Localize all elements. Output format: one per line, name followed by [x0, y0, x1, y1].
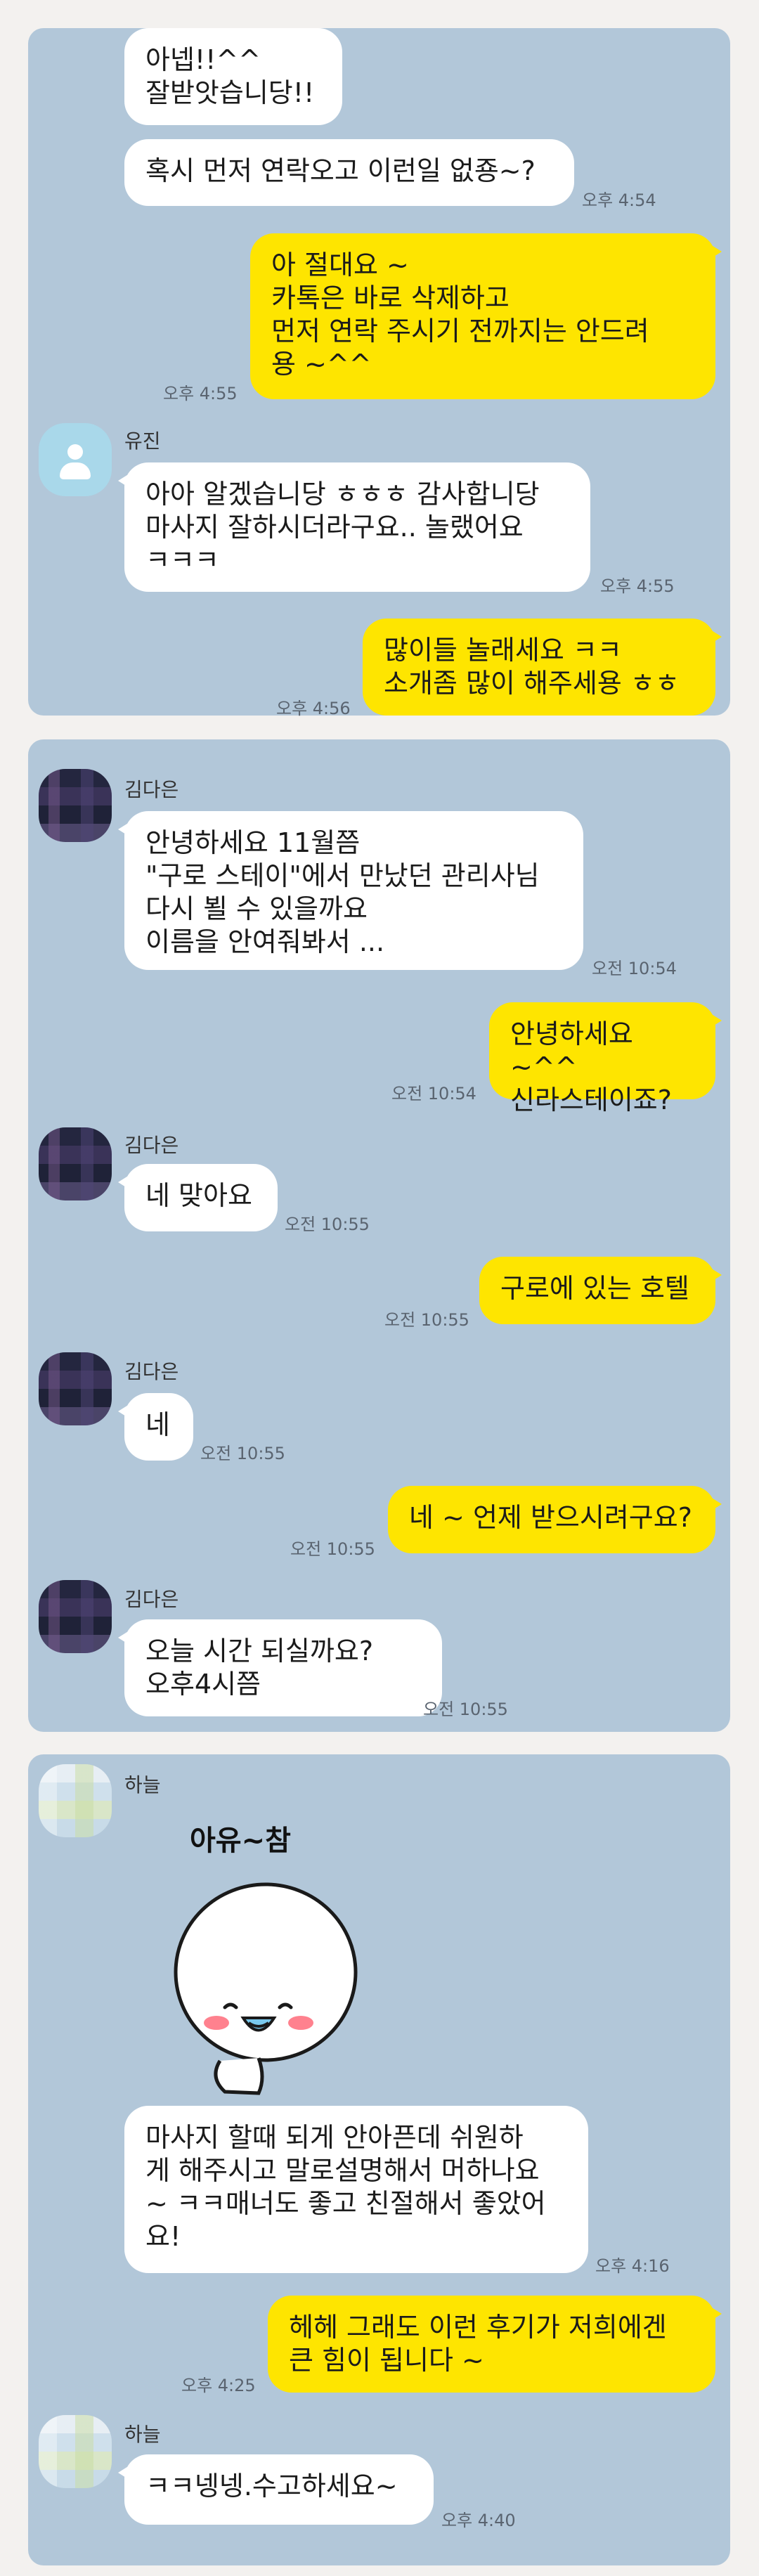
message-time: 오전 10:55	[384, 1310, 469, 1330]
message-bubble: 네 ~ 언제 받으시려구요?	[388, 1486, 722, 1553]
sender-name: 유진	[124, 429, 161, 453]
sticker: 아유~참	[160, 1818, 371, 2099]
message-bubble: 안녕하세요 ~^^ 신라스테이죠?	[489, 1002, 722, 1115]
message-bubble: 아아 알겠습니당 ㅎㅎㅎ 감사합니당 마사지 잘하시더라구요.. 놀랬어요 ㅋㅋ…	[118, 462, 590, 592]
smile-blush-sticker	[174, 1882, 358, 2095]
sender-name: 하늘	[124, 1773, 161, 1797]
message-bubble: 마사지 할때 되게 안아픈데 쉬원하 게 해주시고 말로설명해서 머하나요 ~ …	[124, 2106, 588, 2273]
avatar-yujin[interactable]	[39, 423, 112, 496]
sender-name: 하늘	[124, 2423, 161, 2446]
message-bubble: 아넵!!^^ 잘받앗습니당!!	[124, 28, 342, 125]
avatar-kimdaeun[interactable]	[39, 1127, 112, 1200]
message-time: 오전 10:55	[285, 1215, 370, 1234]
message-time: 오후 4:55	[163, 384, 238, 403]
sender-name: 김다은	[124, 1588, 179, 1611]
message-bubble: 헤헤 그래도 이런 후기가 저희에겐 큰 힘이 됩니다 ~	[268, 2296, 722, 2393]
chat-panel-1: 아넵!!^^ 잘받앗습니당!! 혹시 먼저 연락오고 이런일 없죵~? 오후 4…	[28, 28, 730, 718]
message-bubble: 구로에 있는 호텔	[479, 1257, 722, 1324]
message-time: 오전 10:54	[592, 959, 677, 978]
avatar-kimdaeun[interactable]	[39, 1580, 112, 1653]
message-bubble: 네 맞아요	[118, 1164, 278, 1231]
chat-panel-3: 하늘 아유~참 마사지 할때 되게 안아픈데 쉬원하 게 해주시고 말로설명해서…	[28, 1754, 730, 2565]
message-bubble: 네	[118, 1393, 193, 1461]
message-time: 오전 10:55	[423, 1700, 508, 1719]
avatar-haneul[interactable]	[39, 1764, 112, 1837]
default-profile-icon	[67, 444, 83, 460]
message-time: 오후 4:55	[600, 576, 675, 596]
avatar-kimdaeun[interactable]	[39, 769, 112, 842]
message-time: 오전 10:55	[200, 1444, 285, 1463]
message-time: 오전 10:55	[290, 1539, 375, 1559]
message-bubble: 오늘 시간 되실까요? 오후4시쯤	[118, 1619, 442, 1716]
chat-panel-2: 김다은 안녕하세요 11월쯤 "구로 스테이"에서 만났던 관리사님 다시 뵐 …	[28, 739, 730, 1732]
message-bubble: 안녕하세요 11월쯤 "구로 스테이"에서 만났던 관리사님 다시 뵐 수 있을…	[118, 811, 583, 970]
message-time: 오후 4:16	[595, 2256, 670, 2276]
sticker-caption: 아유~참	[190, 1825, 291, 1857]
message-bubble: 많이들 놀래세요 ㅋㅋ 소개좀 많이 해주세용 ㅎㅎ	[363, 619, 722, 716]
message-bubble: ㅋㅋ넹넹.수고하세요~	[118, 2454, 434, 2525]
message-time: 오후 4:25	[181, 2376, 256, 2395]
sender-name: 김다은	[124, 1134, 179, 1157]
sender-name: 김다은	[124, 778, 179, 801]
message-bubble: 혹시 먼저 연락오고 이런일 없죵~?	[124, 139, 574, 206]
message-time: 오후 4:56	[276, 699, 351, 718]
sender-name: 김다은	[124, 1360, 179, 1383]
message-bubble: 아 절대요 ~ 카톡은 바로 삭제하고 먼저 연락 주시기 전까지는 안드려 용…	[250, 233, 722, 399]
message-time: 오후 4:54	[582, 190, 656, 210]
message-time: 오전 10:54	[391, 1084, 476, 1103]
avatar-haneul[interactable]	[39, 2415, 112, 2488]
message-time: 오후 4:40	[441, 2511, 516, 2530]
avatar-kimdaeun[interactable]	[39, 1352, 112, 1425]
